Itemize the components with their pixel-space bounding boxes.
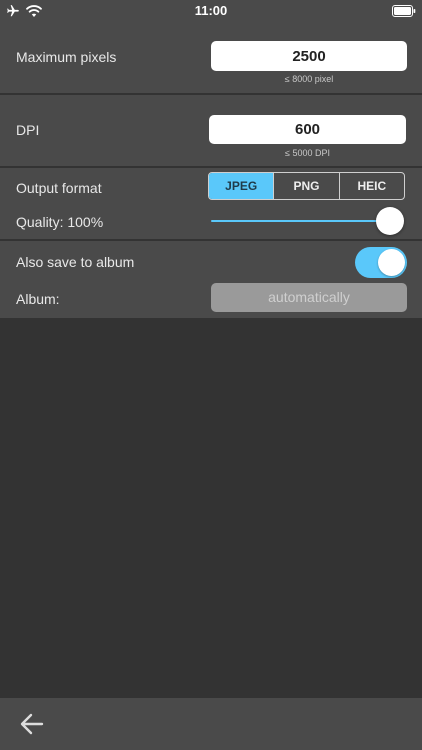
max-pixels-hint: ≤ 8000 pixel [284, 74, 334, 84]
save-to-album-toggle[interactable] [355, 247, 407, 278]
dpi-hint: ≤ 5000 DPI [285, 148, 330, 158]
album-section: Also save to album Album: automatically [0, 241, 422, 318]
dpi-label: DPI [16, 122, 40, 138]
back-button[interactable] [14, 708, 50, 740]
max-pixels-input[interactable] [211, 41, 407, 71]
output-format-label: Output format [16, 180, 102, 196]
output-format-section: Output format JPEG PNG HEIC Quality: 100… [0, 168, 422, 239]
format-selector: JPEG PNG HEIC [208, 172, 405, 200]
album-label: Album: [16, 291, 60, 307]
save-to-album-label: Also save to album [16, 254, 135, 270]
dpi-section: DPI ≤ 5000 DPI [0, 95, 422, 166]
album-field[interactable]: automatically [211, 283, 407, 312]
dpi-input[interactable] [209, 115, 406, 144]
status-bar: 11:00 [0, 0, 422, 22]
bottom-toolbar [0, 698, 422, 750]
quality-slider-track[interactable] [211, 220, 395, 222]
format-heic-button[interactable]: HEIC [340, 173, 404, 199]
arrow-left-icon [20, 713, 44, 735]
battery-icon [392, 5, 416, 17]
format-jpeg-button[interactable]: JPEG [209, 173, 275, 199]
max-pixels-label: Maximum pixels [16, 49, 117, 65]
max-pixels-section: Maximum pixels ≤ 8000 pixel [0, 22, 422, 93]
format-png-button[interactable]: PNG [274, 173, 340, 199]
quality-slider-thumb[interactable] [376, 207, 404, 235]
quality-label: Quality: 100% [16, 214, 104, 230]
toggle-knob [378, 249, 405, 276]
status-time: 11:00 [194, 3, 228, 18]
